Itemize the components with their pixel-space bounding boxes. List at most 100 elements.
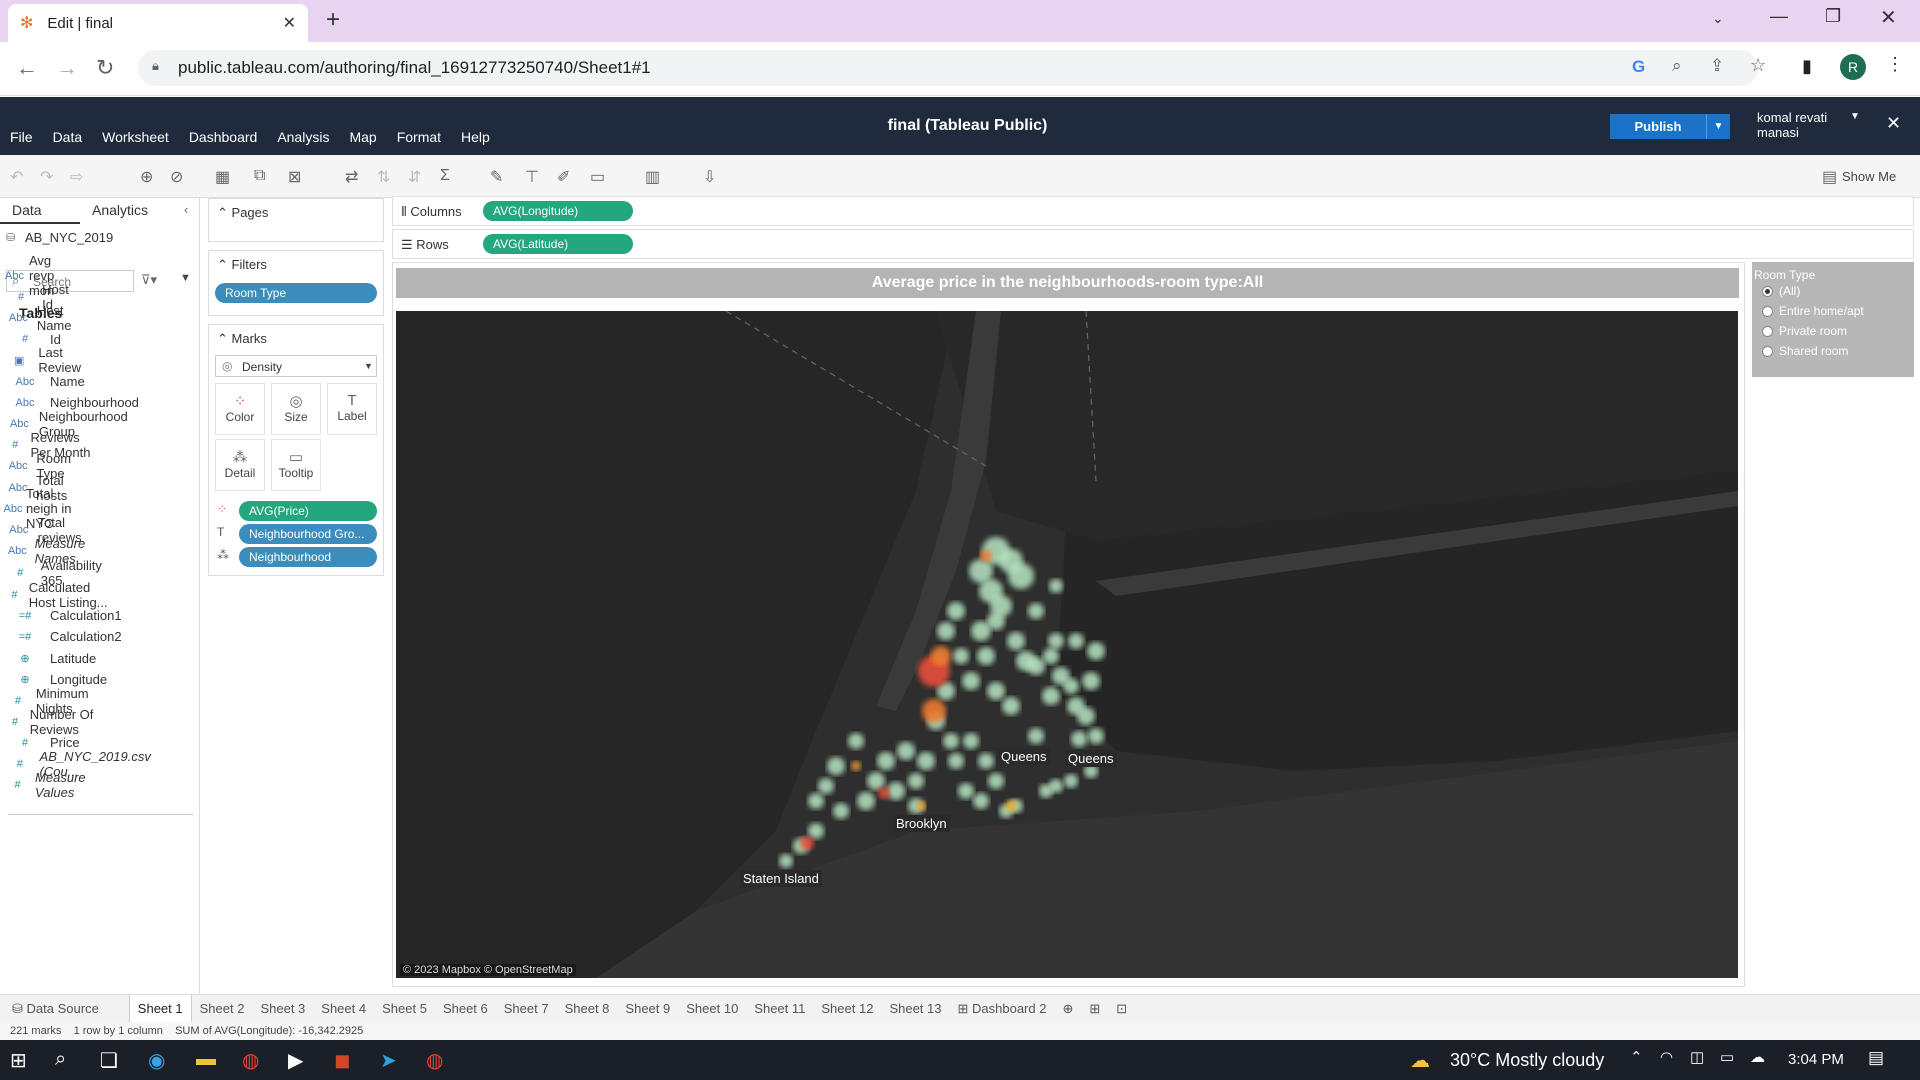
measure-field[interactable]: ⊕ Latitude [0,648,96,669]
edge-icon[interactable]: ◉ [148,1048,165,1073]
legend-option-entire-home[interactable]: Entire home/apt [1762,304,1864,318]
publish-button[interactable]: Publish ▼ [1610,114,1730,139]
search-icon[interactable]: ⌕ [55,1048,66,1071]
pane-menu-icon[interactable]: ▼ [180,272,191,284]
new-dashboard-icon[interactable]: ⊞ [1081,995,1108,1023]
measure-field[interactable]: # Number Of Reviews [0,707,99,737]
pause-updates-icon[interactable]: ⊘ [170,167,183,187]
sheet-tab[interactable]: Sheet 12 [813,995,881,1023]
duplicate-sheet-icon[interactable]: ⧉ [254,167,265,185]
sheet-tab[interactable]: Sheet 9 [617,995,678,1023]
datasource-name[interactable]: AB_NYC_2019 [25,230,113,245]
collapse-pane-icon[interactable]: ‹ [184,202,188,217]
powerpoint-icon[interactable]: ◼ [334,1048,351,1073]
tab-data[interactable]: Data [12,202,42,218]
sheet-tab[interactable]: Sheet 2 [192,995,253,1023]
sheet-tab[interactable]: Sheet 7 [496,995,557,1023]
weather-text[interactable]: 30°C Mostly cloudy [1450,1050,1604,1071]
new-tab-icon[interactable]: + [326,6,340,34]
user-menu[interactable]: komal revati manasi [1757,110,1827,140]
file-explorer-icon[interactable]: ▬ [196,1048,216,1071]
reload-icon[interactable]: ↻ [96,55,114,81]
filter-fields-icon[interactable]: ⊽▾ [141,272,157,288]
share-icon[interactable]: ⇪ [1710,56,1724,76]
camera-icon[interactable]: ◫ [1690,1048,1704,1066]
tab-search-icon[interactable]: ⌄ [1712,10,1724,27]
columns-pill-avg-longitude[interactable]: AVG(Longitude) [483,201,633,221]
rows-pill-avg-latitude[interactable]: AVG(Latitude) [483,234,633,254]
tooltip-button[interactable]: ▭ Tooltip [271,439,321,491]
battery-icon[interactable]: ▭ [1720,1048,1734,1066]
filter-pill-room-type[interactable]: Room Type [215,283,377,303]
new-worksheet-icon[interactable]: ▦ [215,167,230,187]
mark-pill-avg-price[interactable]: AVG(Price) [239,501,377,521]
sort-desc-icon[interactable]: ⇵ [408,167,421,187]
mark-pill-neighbourhood[interactable]: Neighbourhood [239,547,377,567]
clear-sheet-icon[interactable]: ⊠ [288,167,301,187]
label-button[interactable]: T Label [327,383,377,435]
notifications-icon[interactable]: ▤ [1868,1048,1884,1068]
swap-icon[interactable]: ⇄ [345,167,358,187]
redo-icon[interactable]: ↷ [40,167,53,187]
format-icon[interactable]: ✐ [557,167,570,187]
show-me-button[interactable]: Show Me [1842,169,1896,184]
google-icon[interactable]: G [1632,57,1645,77]
close-editor-icon[interactable]: ✕ [1886,113,1901,134]
measure-field[interactable]: # Calculated Host Listing... [0,580,111,610]
columns-shelf[interactable]: ⦀ Columns AVG(Longitude) [392,196,1914,226]
map-attribution[interactable]: © 2023 Mapbox © OpenStreetMap [400,964,576,976]
legend-option-all[interactable]: (All) [1762,284,1800,298]
forward-icon[interactable]: → [56,55,78,81]
collapse-caret-icon[interactable]: ⌃ [217,257,228,272]
chrome-active-icon[interactable]: ◍ [426,1048,443,1073]
map-canvas[interactable] [396,311,1738,978]
new-worksheet-icon[interactable]: ⊕ [1054,995,1081,1023]
rows-shelf[interactable]: ☰ Rows AVG(Latitude) [392,229,1914,259]
detail-button[interactable]: ⁂ Detail [215,439,265,491]
sheet-tab[interactable]: Sheet 5 [374,995,435,1023]
back-icon[interactable]: ← [16,55,38,81]
address-bar[interactable]: 🔒︎ public.tableau.com/authoring/final_16… [138,50,1766,86]
sheet-tab[interactable]: Sheet 4 [313,995,374,1023]
size-button[interactable]: ◎ Size [271,383,321,435]
fit-icon[interactable]: ▭ [590,167,605,187]
sheet-tab[interactable]: Sheet 11 [746,995,813,1023]
publish-dropdown-icon[interactable]: ▼ [1706,114,1730,139]
replay-icon[interactable]: ⇨ [70,167,83,187]
new-datasource-icon[interactable]: ⊕ [140,167,153,187]
onedrive-icon[interactable]: ☁ [1750,1048,1765,1066]
density-map[interactable]: Queens Queens Brooklyn Staten Island © 2… [396,311,1738,978]
dimension-field[interactable]: Abc Name [0,371,85,392]
mark-type-dropdown[interactable]: ◎ Density ▼ [215,355,377,377]
dimension-field[interactable]: Abc Host Name [0,303,85,333]
highlight-icon[interactable]: ✎ [490,167,503,187]
mark-pill-neighbourhood-group[interactable]: Neighbourhood Gro... [239,524,377,544]
bookmark-star-icon[interactable]: ☆ [1750,55,1766,76]
zoom-icon[interactable]: ⌕ [1672,56,1682,76]
clock-time[interactable]: 3:04 PM [1788,1051,1844,1068]
measure-field[interactable]: =# Calculation1 [0,605,122,626]
user-dropdown-icon[interactable]: ▼ [1850,111,1860,122]
new-story-icon[interactable]: ⊡ [1108,995,1135,1023]
collapse-caret-icon[interactable]: ⌃ [217,205,228,220]
show-cards-icon[interactable]: ▥ [645,167,660,187]
sheet-tab[interactable]: Sheet 6 [435,995,496,1023]
sheet-tab[interactable]: Sheet 3 [252,995,313,1023]
sheet-tab[interactable]: Sheet 13 [881,995,949,1023]
legend-option-shared-room[interactable]: Shared room [1762,344,1848,358]
sheet-tab[interactable]: Sheet 8 [557,995,618,1023]
wifi-icon[interactable]: ◠ [1660,1048,1673,1066]
side-panel-icon[interactable]: ▮ [1802,56,1812,77]
measure-field[interactable]: =# Calculation2 [0,626,122,647]
dashboard-tab[interactable]: ⊞ Dashboard 2 [949,995,1054,1023]
media-player-icon[interactable]: ▶ [288,1048,303,1073]
show-me-icon[interactable]: ▤ [1822,167,1837,187]
browser-menu-icon[interactable]: ⋮ [1886,54,1904,75]
download-icon[interactable]: ⇩ [703,167,716,187]
sort-asc-icon[interactable]: ⇅ [377,167,390,187]
close-tab-icon[interactable]: ✕ [283,13,296,33]
totals-icon[interactable]: Σ [440,167,450,185]
legend-option-private-room[interactable]: Private room [1762,324,1847,338]
dimension-field[interactable]: ▣ Last Review [0,345,93,375]
telegram-icon[interactable]: ➤ [380,1048,397,1073]
